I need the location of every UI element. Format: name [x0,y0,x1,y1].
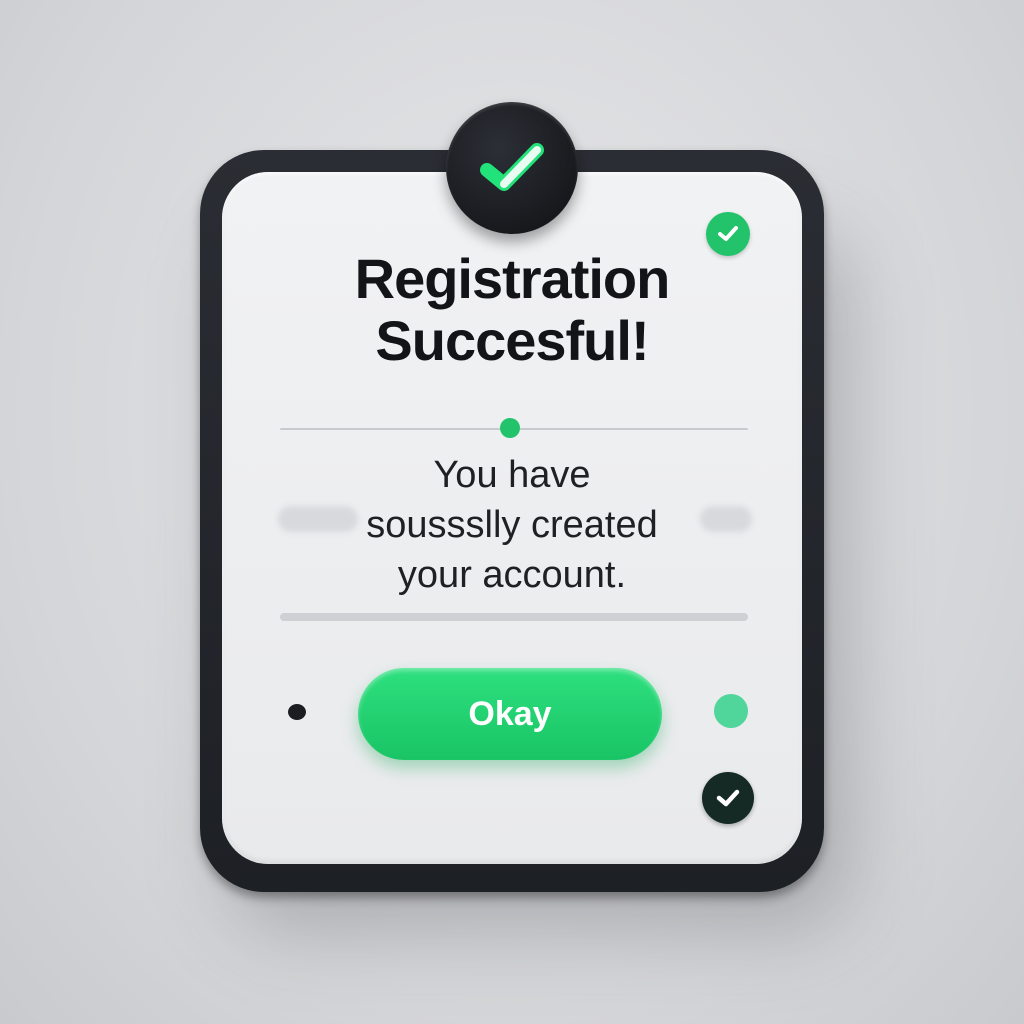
dialog-title: Registration Succesful! [260,248,764,372]
okay-button[interactable]: Okay [358,668,662,760]
checkmark-icon [716,789,740,807]
decorative-dot-right [714,694,748,728]
success-badge [446,102,578,234]
title-line-2: Succesful! [375,309,649,372]
bottom-check-badge [702,772,754,824]
dialog-message: You have soussslly created your account. [300,450,724,600]
message-line-1: You have [433,454,591,496]
status-dot [500,418,520,438]
decorative-dot-left [288,704,306,720]
message-line-2: soussslly created [366,504,658,546]
bottom-divider [280,613,748,621]
message-line-3: your account. [397,554,627,596]
checkmark-icon [718,226,738,241]
title-line-1: Registration [354,247,671,310]
checkmark-icon [480,143,544,191]
